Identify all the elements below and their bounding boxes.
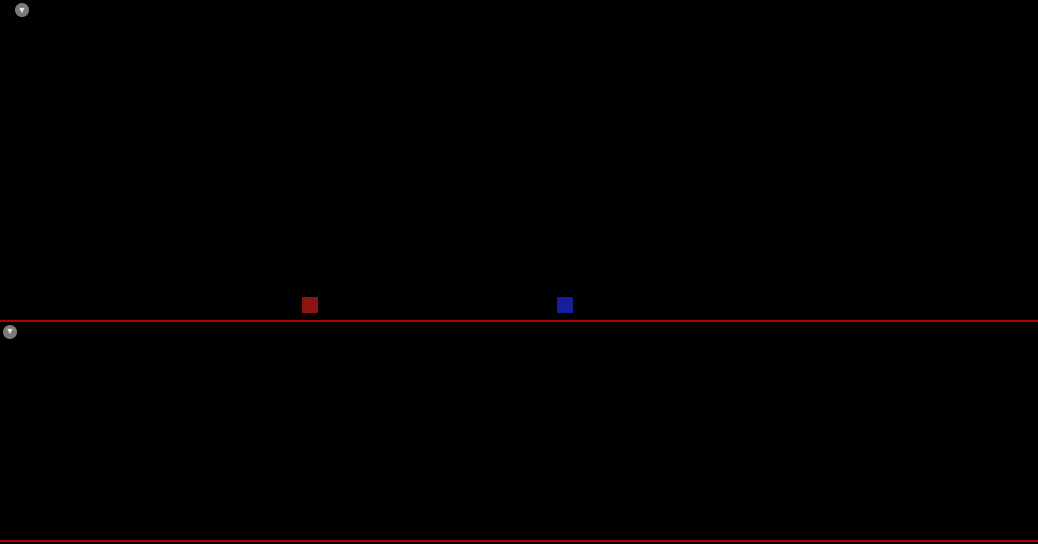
chevron-down-icon[interactable]: ▼ [3,324,17,339]
rise-stamp [302,297,318,313]
indicator-panel-header: ▼ [0,323,1038,340]
stock-app-window: ▼ ▼ [0,0,1038,544]
price-panel-header: ▼ [0,0,1038,20]
chart-canvas[interactable] [0,0,1038,544]
bottom-border-line [0,540,1038,542]
panel-separator-line [0,320,1038,322]
chevron-down-icon[interactable]: ▼ [15,3,29,17]
wealth-stamp [557,297,573,313]
